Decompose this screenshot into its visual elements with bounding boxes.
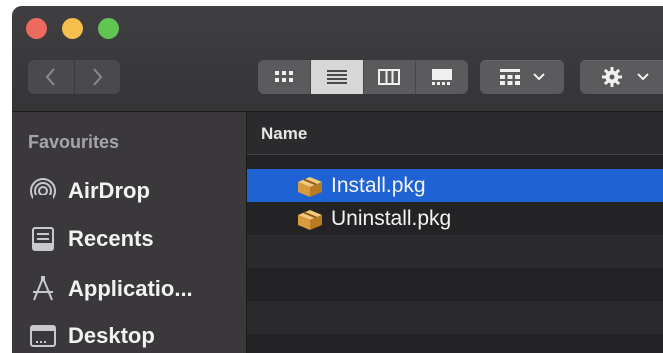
file-name: Install.pkg <box>331 173 426 197</box>
gallery-view-button[interactable] <box>415 60 468 94</box>
file-name: Uninstall.pkg <box>331 206 452 230</box>
sidebar-item-label: AirDrop <box>68 178 150 203</box>
action-button[interactable] <box>580 60 663 94</box>
navigation-buttons <box>28 60 120 94</box>
sidebar-item-airdrop[interactable]: AirDrop <box>28 174 150 208</box>
list-view-button[interactable] <box>309 60 363 94</box>
column-header-label: Name <box>261 124 308 143</box>
desktop-icon <box>28 321 58 351</box>
chevron-right-icon <box>93 68 103 86</box>
name-column-header[interactable]: Name <box>247 112 663 155</box>
sidebar-item-label: Desktop <box>68 323 155 348</box>
applications-icon <box>28 274 58 304</box>
sidebar-item-desktop[interactable]: Desktop <box>28 319 155 353</box>
airdrop-icon <box>28 176 58 206</box>
empty-row <box>247 268 663 301</box>
sidebar: Favourites AirDrop Recents Applicatio...… <box>12 112 247 353</box>
chevron-left-icon <box>45 68 55 86</box>
minimize-button[interactable] <box>62 18 83 39</box>
file-row-uninstall[interactable]: Uninstall.pkg <box>247 202 663 235</box>
back-button[interactable] <box>28 60 74 94</box>
forward-button[interactable] <box>73 60 121 94</box>
group-by-button[interactable] <box>480 60 564 94</box>
empty-row <box>247 235 663 268</box>
sidebar-heading-favourites: Favourites <box>28 132 120 152</box>
toolbar <box>12 6 663 112</box>
sidebar-item-applications[interactable]: Applicatio... <box>28 272 193 306</box>
view-mode-segmented-control <box>258 60 468 94</box>
empty-row <box>247 334 663 353</box>
icon-grid-icon <box>274 71 293 82</box>
package-icon <box>295 206 325 232</box>
finder-window: Favourites AirDrop Recents Applicatio...… <box>12 6 663 353</box>
recents-icon <box>28 224 58 254</box>
gear-icon <box>602 67 622 87</box>
icon-view-button[interactable] <box>258 60 310 94</box>
file-list: Name Install.pkg Uninstall.pkg <box>247 112 663 353</box>
group-by-icon <box>500 69 520 85</box>
sidebar-item-label: Applicatio... <box>68 276 193 301</box>
sidebar-item-label: Recents <box>68 226 154 251</box>
empty-row <box>247 301 663 334</box>
chevron-down-icon <box>533 73 545 81</box>
file-row-install[interactable]: Install.pkg <box>247 169 663 202</box>
columns-icon <box>378 69 401 85</box>
chevron-down-icon <box>637 73 649 81</box>
gallery-icon <box>432 69 453 85</box>
sidebar-item-recents[interactable]: Recents <box>28 222 154 256</box>
list-icon <box>326 70 347 84</box>
zoom-button[interactable] <box>98 18 119 39</box>
column-view-button[interactable] <box>362 60 416 94</box>
close-button[interactable] <box>26 18 47 39</box>
package-icon <box>295 173 325 199</box>
